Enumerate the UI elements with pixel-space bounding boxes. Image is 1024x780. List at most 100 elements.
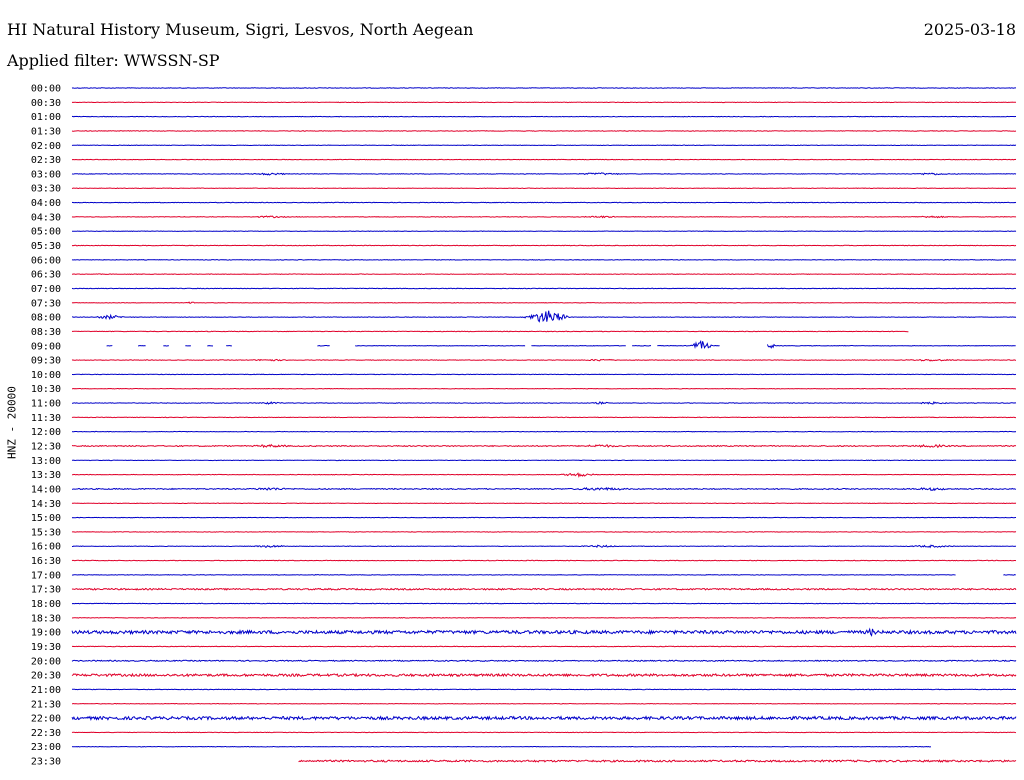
trace-line	[71, 602, 1017, 605]
trace-line	[72, 544, 1017, 549]
row-time-label: 16:00	[31, 542, 61, 553]
row-time-label: 19:30	[31, 642, 61, 653]
row-time-label: 11:30	[31, 413, 61, 424]
row-time-label: 05:00	[31, 227, 61, 238]
row-time-label: 02:30	[31, 155, 61, 166]
trace-line	[71, 130, 1017, 132]
row-time-label: 09:30	[31, 356, 61, 367]
trace-line	[72, 702, 1017, 705]
trace-line	[317, 344, 330, 347]
row-time-label: 01:30	[31, 126, 61, 137]
trace-line	[72, 310, 1017, 323]
row-time-label: 18:00	[31, 599, 61, 610]
trace-line	[71, 330, 909, 333]
row-time-label: 20:00	[31, 656, 61, 667]
trace-line	[632, 344, 652, 347]
row-time-label: 00:00	[31, 84, 61, 95]
trace-line	[71, 627, 1017, 637]
row-time-label: 23:00	[31, 742, 61, 753]
row-time-label: 22:30	[31, 728, 61, 739]
row-time-label: 22:00	[31, 714, 61, 725]
trace-line	[71, 201, 1017, 204]
trace-line	[72, 486, 1017, 492]
trace-line	[71, 472, 1016, 478]
row-tick-labels: 00:00 00:30 01:00 01:30 02:00 02:30 03:00 03:30…	[31, 84, 61, 768]
row-time-label: 21:00	[31, 685, 61, 696]
row-time-label: 13:00	[31, 456, 61, 467]
trace-line	[71, 215, 1017, 219]
row-time-label: 23:30	[31, 757, 61, 768]
row-time-label: 17:30	[31, 585, 61, 596]
trace-line	[106, 345, 113, 347]
trace-line	[71, 502, 1017, 505]
trace-line	[71, 559, 1017, 562]
trace-line	[71, 416, 1016, 419]
trace-line	[71, 659, 1017, 663]
row-time-label: 02:00	[31, 141, 61, 152]
row-time-label: 07:00	[31, 284, 61, 295]
trace-line	[531, 344, 626, 347]
trace-line	[71, 301, 1017, 304]
trace-line	[71, 574, 956, 576]
trace-line	[355, 344, 526, 347]
row-time-label: 08:00	[31, 313, 61, 324]
trace-line	[71, 358, 1016, 362]
trace-line	[71, 430, 1017, 433]
trace-line	[72, 401, 1017, 405]
row-time-label: 07:30	[31, 298, 61, 309]
row-time-label: 14:00	[31, 484, 61, 495]
trace-line	[71, 244, 1017, 247]
row-time-label: 06:30	[31, 270, 61, 281]
trace-line	[71, 745, 932, 748]
row-time-label: 12:30	[31, 442, 61, 453]
row-time-label: 19:00	[31, 628, 61, 639]
row-time-label: 10:00	[31, 370, 61, 381]
trace-line	[71, 617, 1017, 619]
row-time-label: 03:30	[31, 184, 61, 195]
row-time-label: 03:00	[31, 169, 61, 180]
row-time-label: 14:30	[31, 499, 61, 510]
row-time-label: 05:30	[31, 241, 61, 252]
trace-line	[71, 101, 1017, 104]
trace-line	[71, 672, 1017, 678]
trace-line	[71, 459, 1017, 462]
row-time-label: 16:30	[31, 556, 61, 567]
row-time-label: 15:00	[31, 513, 61, 524]
trace-line	[72, 387, 1016, 390]
trace-line	[71, 115, 1016, 118]
helicorder-plot: 00:00 00:30 01:00 01:30 02:00 02:30 03:00 03:30…	[31, 84, 1017, 768]
row-time-label: 11:00	[31, 399, 61, 410]
trace-line	[298, 759, 1017, 763]
row-time-label: 09:00	[31, 341, 61, 352]
trace-line	[71, 715, 1017, 722]
row-time-label: 04:30	[31, 212, 61, 223]
row-time-label: 01:00	[31, 112, 61, 123]
row-time-label: 15:30	[31, 527, 61, 538]
trace-line	[71, 443, 1017, 449]
trace-line	[71, 587, 1017, 591]
trace-line	[137, 344, 146, 347]
row-time-label: 00:30	[31, 98, 61, 109]
trace-line	[71, 645, 1016, 648]
row-time-label: 20:30	[31, 671, 61, 682]
trace-lines	[71, 87, 1017, 763]
row-time-label: 17:00	[31, 570, 61, 581]
trace-line	[71, 287, 1017, 290]
trace-line	[766, 343, 1016, 349]
trace-line	[1003, 574, 1016, 576]
row-time-label: 12:00	[31, 427, 61, 438]
row-time-label: 21:30	[31, 699, 61, 710]
trace-line	[657, 339, 720, 350]
row-time-label: 08:30	[31, 327, 61, 338]
row-time-label: 18:30	[31, 613, 61, 624]
trace-line	[71, 144, 1017, 147]
trace-line	[71, 688, 1016, 691]
trace-line	[71, 531, 1017, 533]
trace-line	[71, 273, 1017, 275]
trace-line	[71, 259, 1017, 261]
trace-line	[71, 187, 1017, 190]
trace-line	[71, 172, 1017, 176]
row-time-label: 04:00	[31, 198, 61, 209]
row-time-label: 06:00	[31, 255, 61, 266]
row-time-label: 10:30	[31, 384, 61, 395]
